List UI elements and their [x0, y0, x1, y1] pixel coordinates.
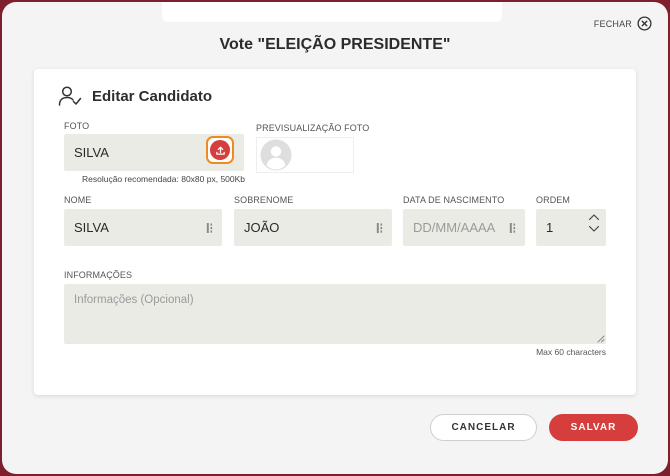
photo-preview	[256, 137, 354, 173]
nome-label: NOME	[64, 195, 92, 205]
chevron-up-icon[interactable]	[588, 213, 600, 221]
nascimento-label: DATA DE NASCIMENTO	[403, 195, 505, 205]
sobrenome-label: SOBRENOME	[234, 195, 294, 205]
avatar-placeholder-icon	[260, 139, 292, 171]
upload-highlight	[206, 136, 234, 164]
upload-button[interactable]	[210, 140, 230, 160]
info-char-counter: Max 60 characters	[536, 347, 606, 357]
drag-handle-icon	[206, 222, 213, 233]
close-label: FECHAR	[593, 18, 632, 29]
photo-label: FOTO	[64, 121, 90, 131]
chevron-down-icon[interactable]	[588, 225, 600, 233]
resize-handle-icon[interactable]	[597, 335, 605, 343]
close-circle-icon[interactable]	[637, 16, 652, 31]
card-header: Editar Candidato	[58, 85, 212, 107]
drag-handle-icon	[376, 222, 383, 233]
candidate-form-card: Editar Candidato FOTO SILVA Resolução re…	[34, 69, 636, 395]
nascimento-input[interactable]: DD/MM/AAAA	[403, 209, 525, 246]
sobrenome-value: JOÃO	[244, 220, 280, 235]
sobrenome-input[interactable]: JOÃO	[234, 209, 392, 246]
save-button[interactable]: SALVAR	[549, 414, 638, 441]
nome-input[interactable]: SILVA	[64, 209, 222, 246]
ordem-stepper-controls	[588, 213, 600, 233]
info-placeholder: Informações (Opcional)	[74, 294, 194, 306]
info-label: INFORMAÇÕES	[64, 270, 133, 280]
nome-value: SILVA	[74, 220, 109, 235]
card-title: Editar Candidato	[92, 87, 213, 105]
dialog-title: Vote "ELEIÇÃO PRESIDENTE"	[219, 36, 451, 53]
upload-icon	[215, 146, 225, 155]
photo-hint: Resolução recomendada: 80x80 px, 500Kb	[82, 174, 246, 184]
ordem-label: ORDEM	[536, 195, 570, 205]
edit-candidate-modal: FECHAR Vote "ELEIÇÃO PRESIDENTE" Editar …	[2, 2, 668, 474]
drag-handle-icon	[509, 222, 516, 233]
info-textarea[interactable]: Informações (Opcional)	[64, 284, 606, 344]
modal-top-tab	[162, 2, 502, 22]
ordem-stepper[interactable]: 1	[536, 209, 606, 246]
nascimento-placeholder: DD/MM/AAAA	[413, 220, 496, 235]
user-check-icon	[58, 86, 82, 106]
photo-preview-label: PREVISUALIZAÇÃO FOTO	[256, 123, 370, 133]
cancel-button[interactable]: CANCELAR	[430, 414, 537, 441]
close-button[interactable]: FECHAR	[594, 16, 652, 31]
